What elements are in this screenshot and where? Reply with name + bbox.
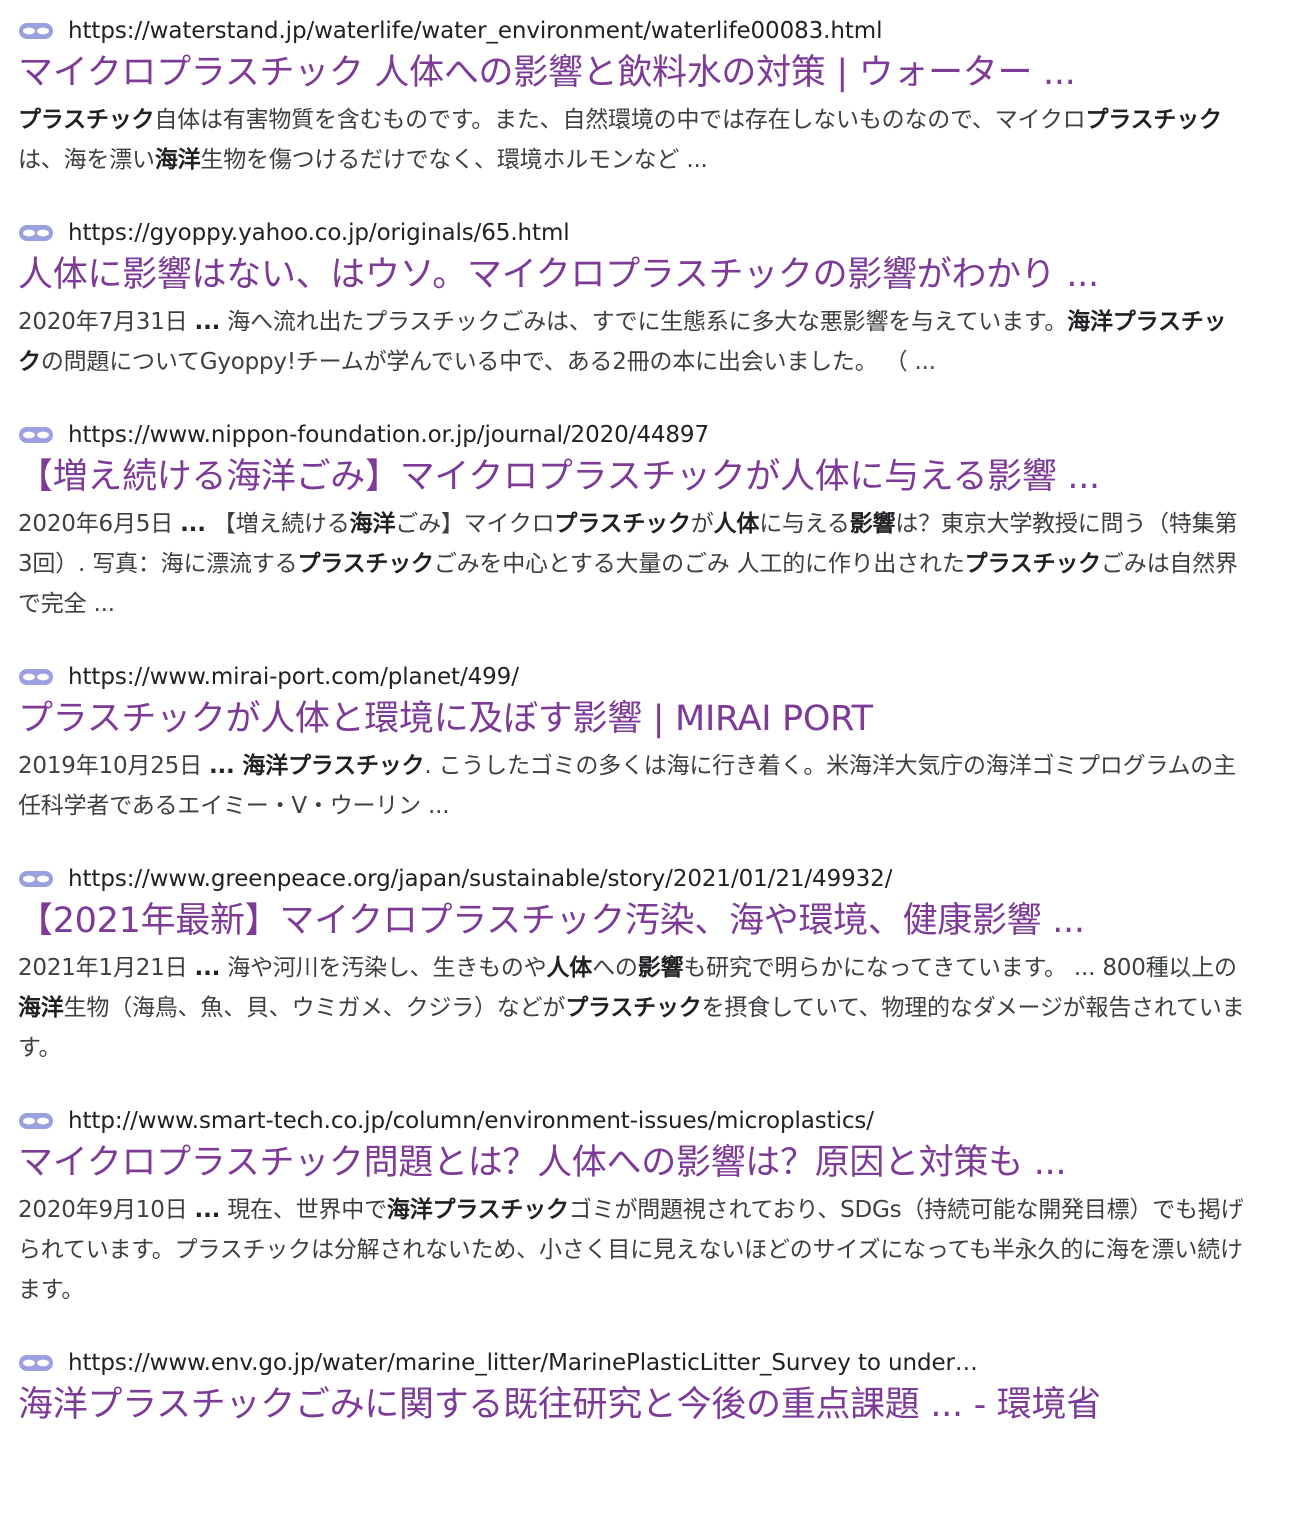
- snippet-text: 海や河川を汚染し、生きものや: [220, 955, 547, 981]
- search-result: http://www.smart-tech.co.jp/column/envir…: [18, 1104, 1258, 1310]
- snippet-text: 海へ流れ出たプラスチックごみは、すでに生態系に多大な悪影響を与えています。: [220, 309, 1068, 335]
- snippet-highlight: 影響: [849, 511, 896, 537]
- search-result: https://gyoppy.yahoo.co.jp/originals/65.…: [18, 216, 1258, 382]
- snippet-highlight: プラスチック: [964, 551, 1102, 577]
- result-url-row: https://www.greenpeace.org/japan/sustain…: [18, 862, 1258, 896]
- search-result: https://www.mirai-port.com/planet/499/ プ…: [18, 660, 1258, 826]
- result-url[interactable]: https://www.mirai-port.com/planet/499/: [68, 660, 519, 694]
- snippet-highlight: 海洋: [349, 511, 396, 537]
- mask-icon: [18, 1111, 58, 1131]
- snippet-text: 生物を傷つけるだけでなく、環境ホルモンなど ...: [200, 147, 708, 173]
- snippet-text: が: [690, 511, 714, 537]
- result-snippet: 2021年1月21日 ... 海や河川を汚染し、生きものや人体への影響も研究で明…: [18, 948, 1246, 1068]
- result-url[interactable]: https://www.env.go.jp/water/marine_litte…: [68, 1346, 978, 1380]
- result-url-row: https://waterstand.jp/waterlife/water_en…: [18, 14, 1258, 48]
- snippet-text: 2021年1月21日: [18, 955, 195, 981]
- snippet-text: の問題についてGyoppy!チームが学んでいる中で、ある2冊の本に出会いました。…: [40, 349, 936, 375]
- result-snippet: プラスチック自体は有害物質を含むものです。また、自然環境の中では存在しないものな…: [18, 100, 1246, 180]
- snippet-highlight: 海洋: [154, 147, 201, 173]
- snippet-text: 2020年7月31日: [18, 309, 195, 335]
- snippet-text: 生物（海鳥、魚、貝、ウミガメ、クジラ）などが: [63, 995, 566, 1021]
- mask-icon: [18, 1353, 58, 1373]
- result-title-link[interactable]: 【増え続ける海洋ごみ】マイクロプラスチックが人体に与える影響 ...: [18, 454, 1248, 500]
- result-url[interactable]: http://www.smart-tech.co.jp/column/envir…: [68, 1104, 874, 1138]
- snippet-highlight: 影響: [637, 955, 684, 981]
- snippet-highlight: プラスチック: [18, 107, 155, 133]
- snippet-highlight: 海洋: [18, 995, 64, 1021]
- snippet-text: への: [592, 955, 638, 981]
- snippet-highlight: 海洋プラスチック: [386, 1197, 569, 1223]
- result-snippet: 2020年6月5日 ... 【増え続ける海洋ごみ】マイクロプラスチックが人体に与…: [18, 504, 1246, 624]
- snippet-text: も研究で明らかになってきています。 ... 800種以上の: [683, 955, 1237, 981]
- mask-icon: [18, 869, 58, 889]
- snippet-highlight: ...: [194, 309, 221, 335]
- result-url-row: https://www.mirai-port.com/planet/499/: [18, 660, 1258, 694]
- snippet-highlight: プラスチック: [554, 511, 691, 537]
- snippet-text: ごみ】マイクロ: [395, 511, 555, 537]
- snippet-text: 自体は有害物質を含むものです。また、自然環境の中では存在しないものなので、マイク…: [154, 107, 1086, 133]
- search-result: https://waterstand.jp/waterlife/water_en…: [18, 14, 1258, 180]
- search-result: https://www.greenpeace.org/japan/sustain…: [18, 862, 1258, 1068]
- snippet-text: 2020年9月10日: [18, 1197, 195, 1223]
- result-snippet: 2020年9月10日 ... 現在、世界中で海洋プラスチックゴミが問題視されてお…: [18, 1190, 1246, 1310]
- search-results: https://waterstand.jp/waterlife/water_en…: [0, 0, 1258, 1428]
- result-url-row: https://www.env.go.jp/water/marine_litte…: [18, 1346, 1258, 1380]
- snippet-text: 現在、世界中で: [220, 1197, 387, 1223]
- snippet-highlight: ...: [194, 955, 221, 981]
- mask-icon: [18, 21, 58, 41]
- result-title-link[interactable]: 【2021年最新】マイクロプラスチック汚染、海や環境、健康影響 ...: [18, 898, 1248, 944]
- snippet-text: 2020年6月5日: [18, 511, 181, 537]
- mask-icon: [18, 223, 58, 243]
- snippet-text: ごみを中心とする大量のごみ 人工的に作り出された: [433, 551, 965, 577]
- snippet-highlight: ...: [180, 511, 206, 537]
- snippet-highlight: 人体: [713, 511, 760, 537]
- search-result: https://www.env.go.jp/water/marine_litte…: [18, 1346, 1258, 1428]
- snippet-highlight: ...: [194, 1197, 221, 1223]
- result-title-link[interactable]: マイクロプラスチック 人体への影響と飲料水の対策 | ウォーター ...: [18, 50, 1248, 96]
- search-result: https://www.nippon-foundation.or.jp/jour…: [18, 418, 1258, 624]
- result-title-link[interactable]: マイクロプラスチック問題とは？人体への影響は？原因と対策も ...: [18, 1140, 1248, 1186]
- snippet-text: に与える: [759, 511, 850, 537]
- result-url-row: https://www.nippon-foundation.or.jp/jour…: [18, 418, 1258, 452]
- result-url[interactable]: https://waterstand.jp/waterlife/water_en…: [68, 14, 882, 48]
- result-title-link[interactable]: 人体に影響はない、はウソ。マイクロプラスチックの影響がわかり ...: [18, 252, 1248, 298]
- result-snippet: 2019年10月25日 ... 海洋プラスチック. こうしたゴミの多くは海に行き…: [18, 746, 1246, 826]
- snippet-highlight: プラスチック: [1085, 107, 1222, 133]
- snippet-highlight: プラスチック: [565, 995, 702, 1021]
- snippet-text: は、海を漂い: [18, 147, 155, 173]
- snippet-text: 【増え続ける: [205, 511, 350, 537]
- result-title-link[interactable]: プラスチックが人体と環境に及ぼす影響 | MIRAI PORT: [18, 696, 1248, 742]
- mask-icon: [18, 425, 58, 445]
- snippet-highlight: 人体: [546, 955, 593, 981]
- mask-icon: [18, 667, 58, 687]
- result-url-row: https://gyoppy.yahoo.co.jp/originals/65.…: [18, 216, 1258, 250]
- result-snippet: 2020年7月31日 ... 海へ流れ出たプラスチックごみは、すでに生態系に多大…: [18, 302, 1246, 382]
- snippet-highlight: プラスチック: [297, 551, 434, 577]
- result-title-link[interactable]: 海洋プラスチックごみに関する既往研究と今後の重点課題 ... - 環境省: [18, 1382, 1248, 1428]
- result-url[interactable]: https://www.nippon-foundation.or.jp/jour…: [68, 418, 709, 452]
- snippet-highlight: ... 海洋プラスチック: [208, 753, 425, 779]
- result-url[interactable]: https://gyoppy.yahoo.co.jp/originals/65.…: [68, 216, 570, 250]
- result-url[interactable]: https://www.greenpeace.org/japan/sustain…: [68, 862, 892, 896]
- snippet-text: 2019年10月25日: [18, 753, 209, 779]
- result-url-row: http://www.smart-tech.co.jp/column/envir…: [18, 1104, 1258, 1138]
